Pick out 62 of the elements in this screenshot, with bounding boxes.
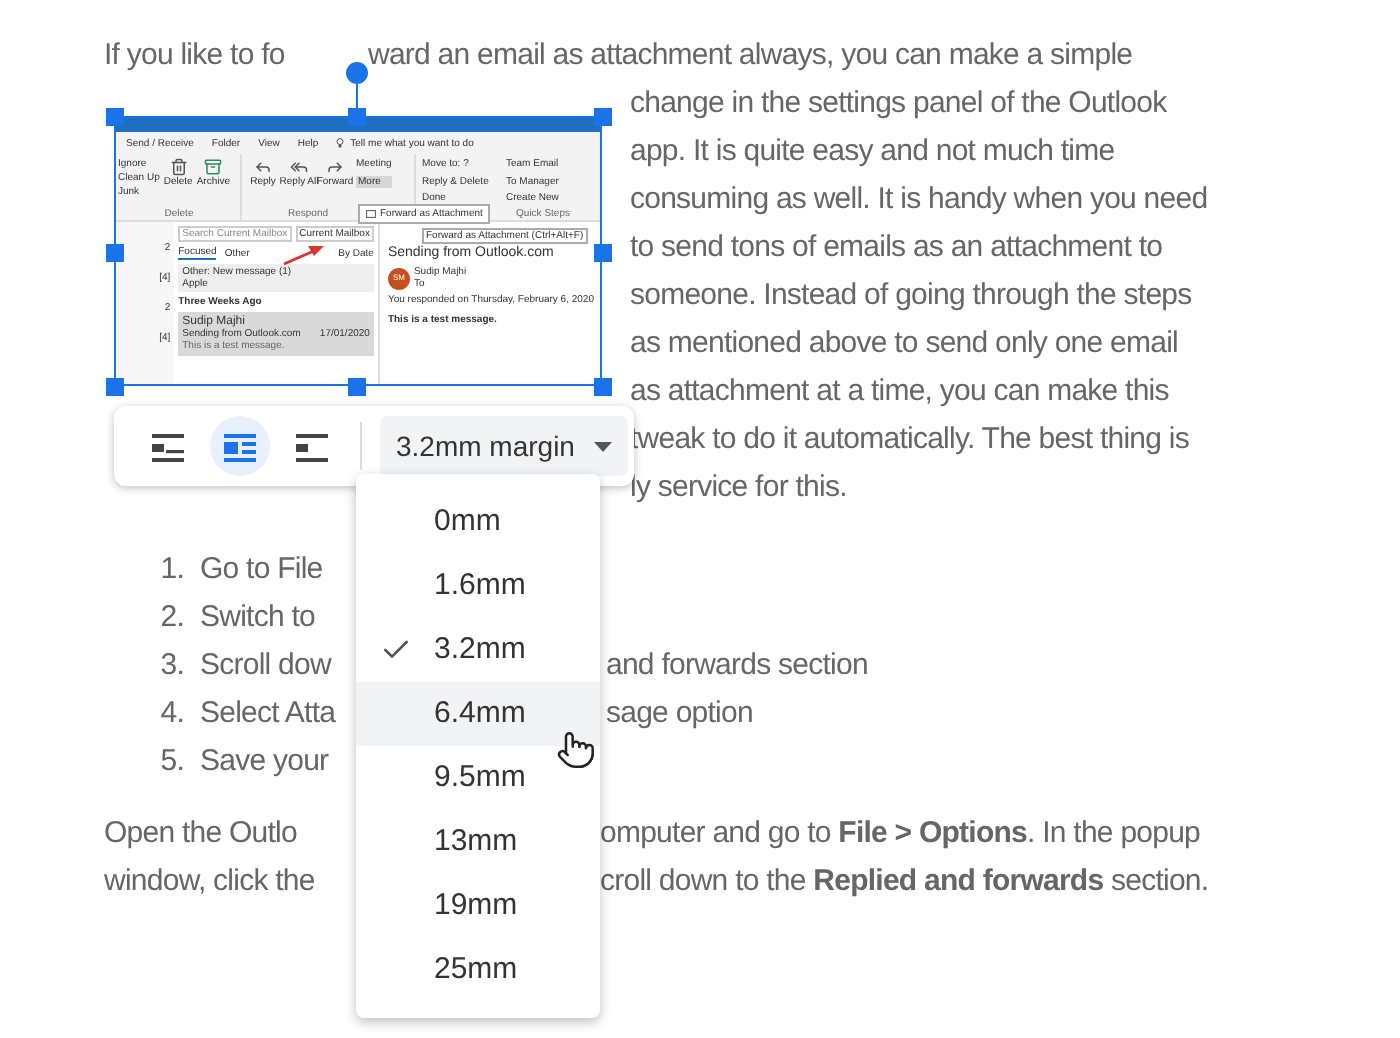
paragraph-line: croll down to the Replied and forwards section. <box>600 862 1209 902</box>
selection-handle[interactable] <box>348 108 366 126</box>
paragraph-line: omputer and go to File > Options. In the popup <box>600 814 1201 854</box>
reply-icon <box>254 158 272 176</box>
list-text: Select Atta <box>200 694 336 734</box>
menu-option[interactable]: 0mm <box>356 490 600 554</box>
menu-option-label: 6.4mm <box>434 693 526 734</box>
paragraph-line: window, click the <box>104 862 315 902</box>
list-text: Go to File <box>200 550 323 590</box>
menu-option-label: 19mm <box>434 885 518 926</box>
margin-dropdown[interactable]: 3.2mm margin <box>380 416 629 476</box>
list-text: and forwards section <box>606 646 868 686</box>
menu-option-label: 9.5mm <box>434 757 526 798</box>
paragraph-line: someone. Instead of going through the steps <box>630 276 1194 316</box>
caret-icon <box>594 441 613 451</box>
paragraph-line: ly service for this. <box>630 468 849 508</box>
paragraph-line: app. It is quite easy and not much time <box>630 132 1117 172</box>
selection-handle[interactable] <box>106 244 124 262</box>
forward-icon <box>326 158 344 176</box>
menu-option[interactable]: 25mm <box>356 938 600 1002</box>
envelope-icon <box>366 210 376 218</box>
list-number: 5. <box>160 742 186 782</box>
list-number: 2. <box>160 598 186 638</box>
paragraph-line: as mentioned above to send only one email <box>630 324 1180 364</box>
selection-handle[interactable] <box>594 378 612 396</box>
menu-option-label: 1.6mm <box>434 565 526 606</box>
pointer-arrow <box>282 244 326 266</box>
paragraph-line: ward an email as attachment always, you can make a simple <box>368 36 1133 76</box>
list-text: Save your <box>200 742 329 782</box>
selection-handle[interactable] <box>594 108 612 126</box>
menu-option[interactable]: 19mm <box>356 874 600 938</box>
paragraph-line: If you like to fo <box>104 36 287 76</box>
selection-handle[interactable] <box>594 244 612 262</box>
trash-icon <box>169 158 188 176</box>
menu-option[interactable]: 6.4mm <box>356 682 600 746</box>
list-number: 4. <box>160 694 186 734</box>
wrap-option-button[interactable] <box>210 416 270 476</box>
archive-icon <box>204 158 223 176</box>
list-text: sage option <box>606 694 753 734</box>
menu-option[interactable]: 13mm <box>356 810 600 874</box>
menu-option[interactable]: 9.5mm <box>356 746 600 810</box>
menu-option-label: 3.2mm <box>434 629 526 670</box>
list-number: 1. <box>160 550 186 590</box>
selection-handle[interactable] <box>106 108 124 126</box>
reply-all-icon <box>290 158 308 176</box>
paragraph-line: as attachment at a time, you can make this <box>630 372 1171 412</box>
lightbulb-icon <box>336 138 345 148</box>
selection-handle[interactable] <box>348 378 366 396</box>
list-number: 3. <box>160 646 186 686</box>
menu-option-label: 0mm <box>434 501 501 542</box>
paragraph-line: Open the Outlo <box>104 814 297 854</box>
paragraph-line: to send tons of emails as an attachment to <box>630 228 1165 268</box>
list-text: Scroll dow <box>200 646 331 686</box>
menu-option[interactable]: 3.2mm <box>356 618 600 682</box>
list-text: Switch to <box>200 598 315 638</box>
paragraph-line: consuming as well. It is handy when you need <box>630 180 1208 220</box>
selection-handle[interactable] <box>106 378 124 396</box>
menu-option-label: 25mm <box>434 949 518 990</box>
menu-option[interactable]: 1.6mm <box>356 554 600 618</box>
paragraph-line: change in the settings panel of the Outlook <box>630 84 1169 124</box>
rotation-handle[interactable] <box>346 62 368 84</box>
menu-option-label: 13mm <box>434 821 518 862</box>
